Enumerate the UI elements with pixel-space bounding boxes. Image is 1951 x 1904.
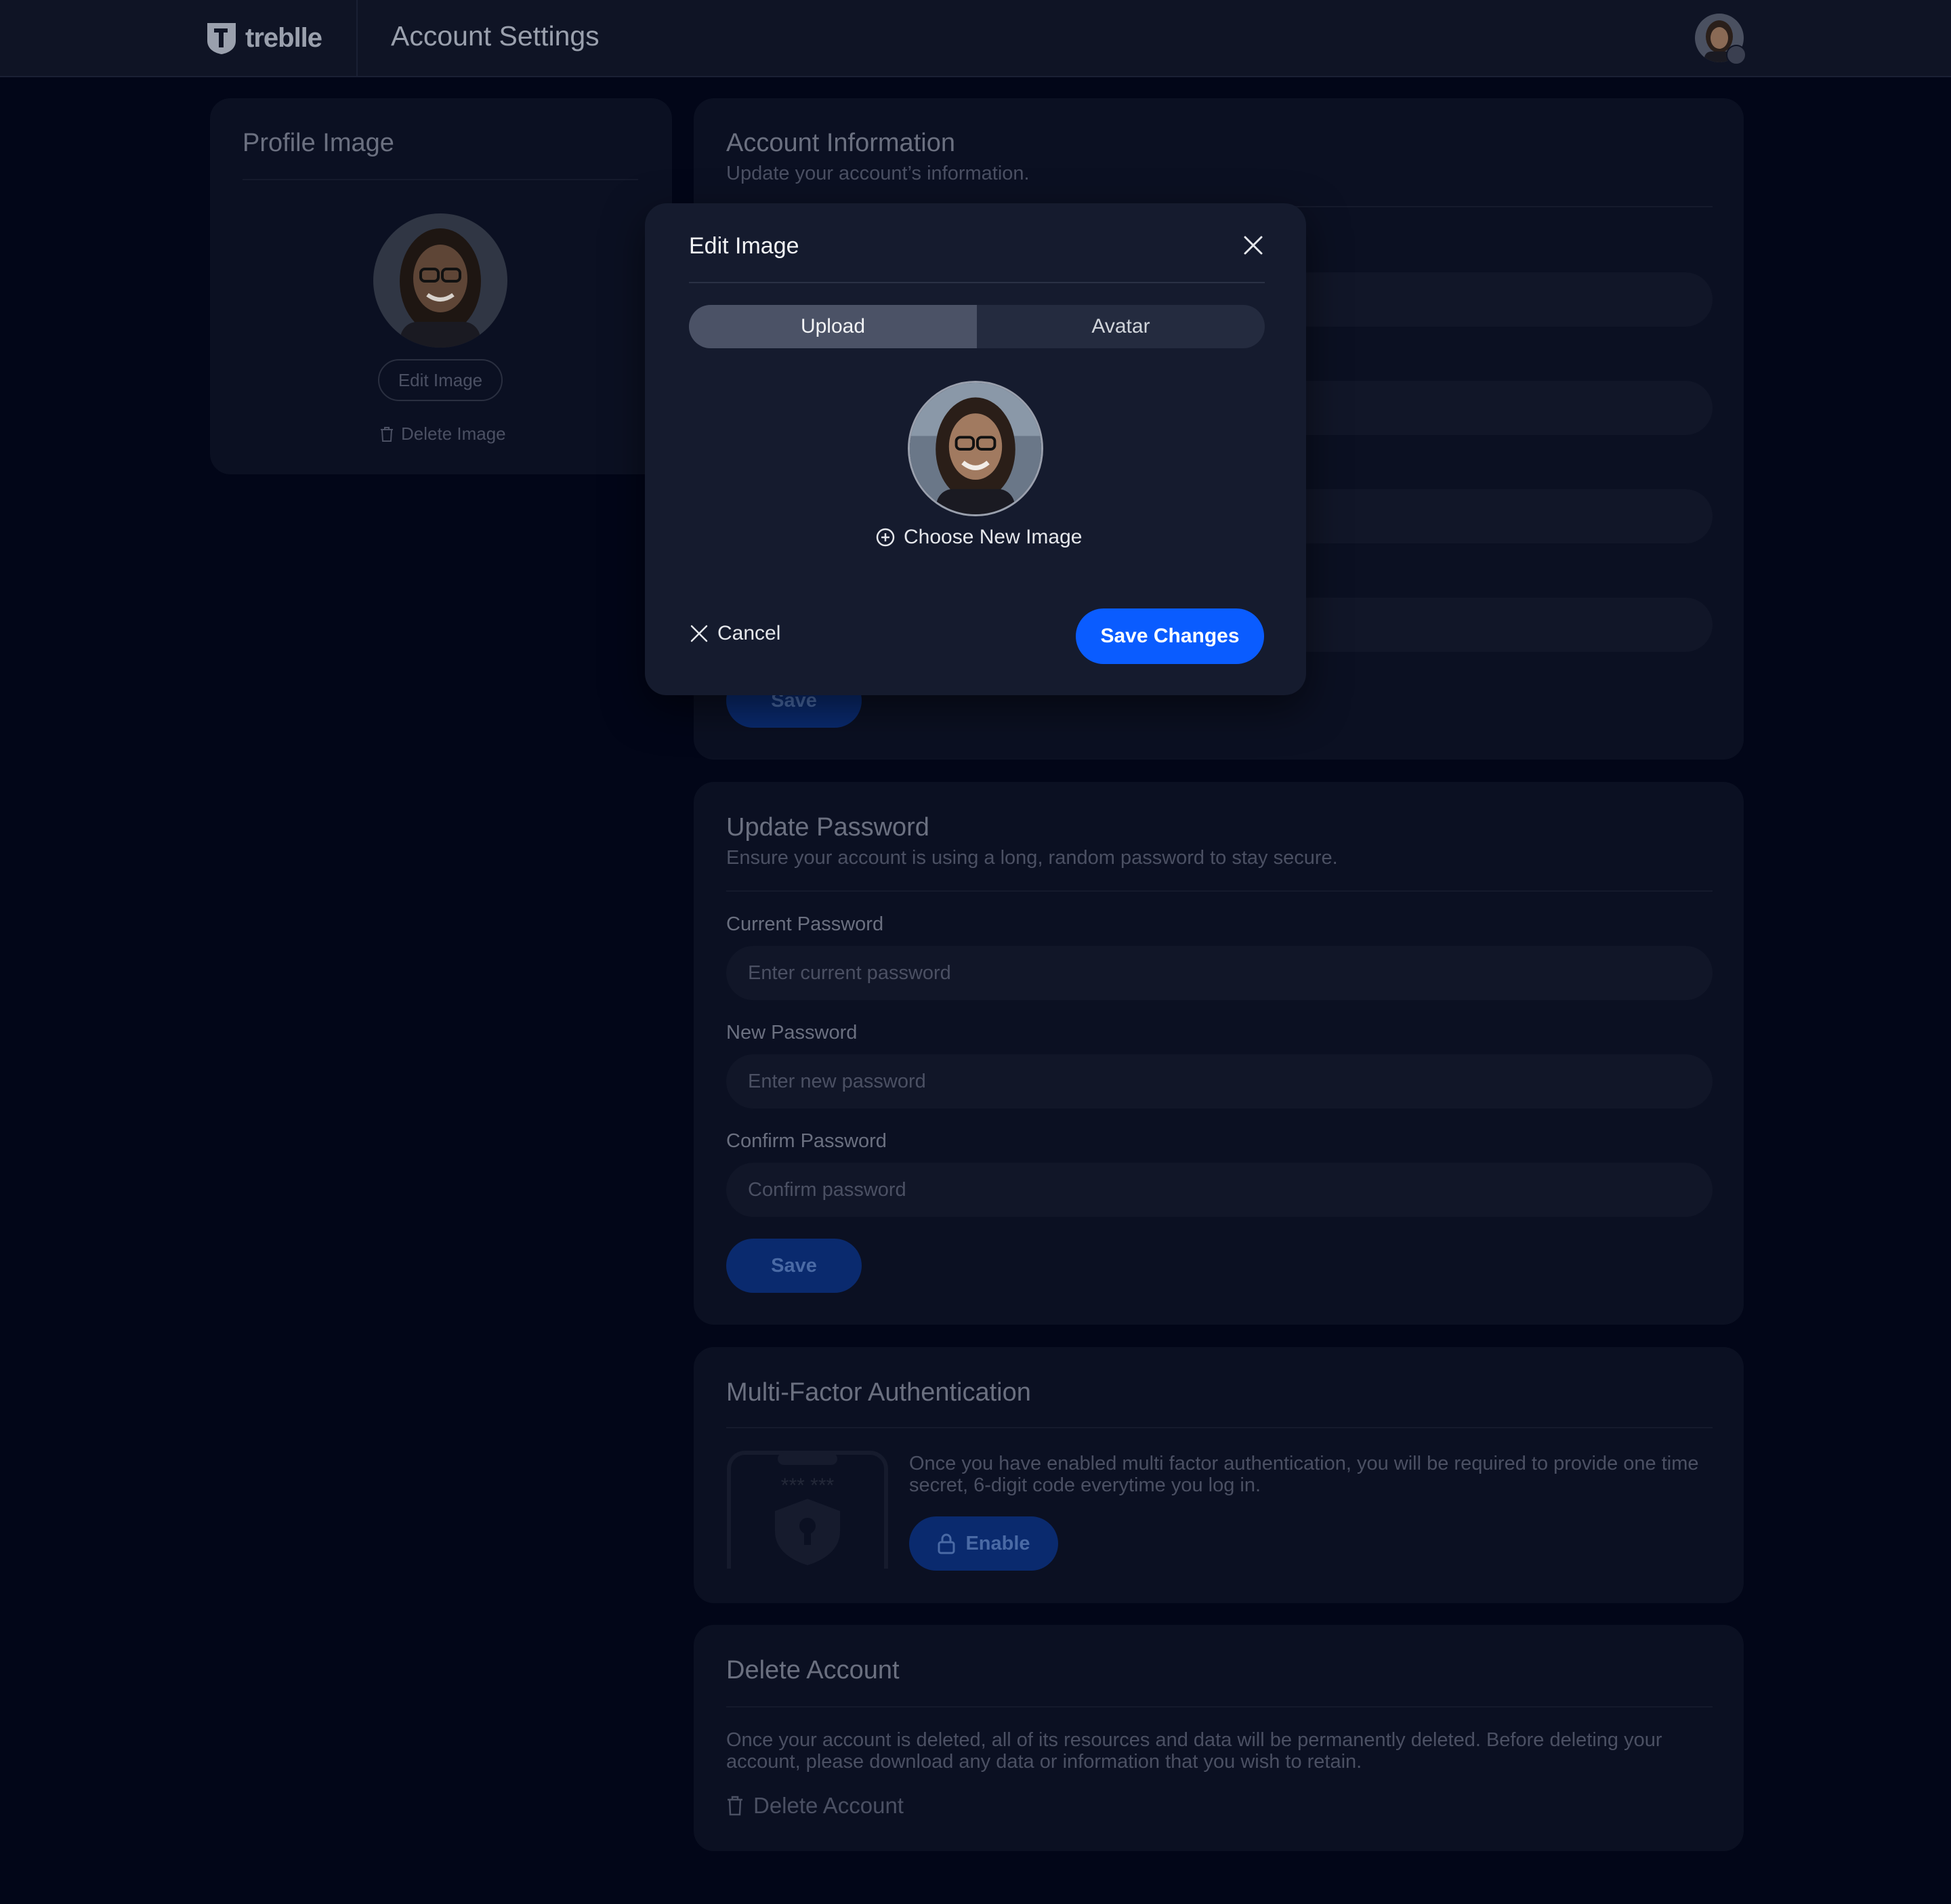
tab-avatar[interactable]: Avatar [977,305,1265,348]
update-password-subtitle: Ensure your account is using a long, ran… [726,847,1338,869]
page-title: Account Settings [391,20,600,51]
delete-image-label: Delete Image [401,423,506,444]
account-settings-page: treblle Account Settings Profile Image E… [0,0,1951,1904]
choose-new-image-label: Choose New Image [904,526,1083,548]
divider [243,179,638,180]
account-info-title: Account Information [726,129,955,157]
current-password-input[interactable]: Enter current password [726,946,1713,1000]
new-password-input[interactable]: Enter new password [726,1054,1713,1109]
edit-image-modal: Edit Image Upload Avatar Choose New Imag… [645,203,1306,695]
chevron-down-icon[interactable] [1726,45,1746,65]
divider [726,890,1713,892]
profile-card-title: Profile Image [243,129,394,157]
brand-logo[interactable]: treblle [205,20,322,56]
header-divider [356,0,358,76]
account-info-subtitle: Update your account’s information. [726,163,1030,184]
choose-new-image-button[interactable]: Choose New Image [875,526,1082,549]
mfa-enable-button[interactable]: Enable [909,1516,1058,1571]
code-mask-text: *** *** [781,1474,835,1497]
delete-account-link[interactable]: Delete Account [726,1793,904,1819]
divider [726,1706,1713,1708]
preview-avatar [908,381,1043,516]
plus-circle-icon [876,528,895,547]
close-icon[interactable] [1241,233,1265,257]
cancel-button[interactable]: Cancel [689,622,780,645]
top-header: treblle Account Settings [0,0,1951,77]
divider [726,1427,1713,1428]
trash-icon [381,426,393,442]
trash-icon [728,1796,742,1816]
profile-avatar [373,213,507,348]
user-photo-icon [910,383,1041,514]
brand-name: treblle [245,22,322,53]
cancel-label: Cancel [717,622,781,644]
edit-image-button[interactable]: Edit Image [378,359,503,401]
confirm-password-label: Confirm Password [726,1130,887,1152]
delete-account-title: Delete Account [726,1656,900,1684]
current-password-label: Current Password [726,913,884,935]
update-password-title: Update Password [726,813,929,842]
delete-account-description: Once your account is deleted, all of its… [726,1729,1662,1773]
delete-account-label: Delete Account [753,1793,904,1818]
modal-divider [689,282,1265,283]
treblle-logo-icon [207,23,236,54]
mfa-description: Once you have enabled multi factor authe… [909,1453,1699,1496]
close-icon [690,625,708,642]
new-password-label: New Password [726,1022,858,1043]
phone-shield-icon: *** *** [727,1451,888,1590]
lock-icon [938,1533,955,1554]
tab-upload[interactable]: Upload [689,305,977,348]
save-changes-button[interactable]: Save Changes [1076,608,1264,664]
password-save-button[interactable]: Save [726,1239,862,1293]
modal-title: Edit Image [689,233,799,259]
mfa-title: Multi-Factor Authentication [726,1378,1031,1407]
enable-label: Enable [965,1532,1030,1554]
image-source-tabs: Upload Avatar [689,305,1265,348]
confirm-password-input[interactable]: Confirm password [726,1163,1713,1217]
delete-image-link[interactable]: Delete Image [379,423,506,444]
mfa-phone-illustration: *** *** [726,1450,889,1590]
user-photo-icon [373,213,507,348]
